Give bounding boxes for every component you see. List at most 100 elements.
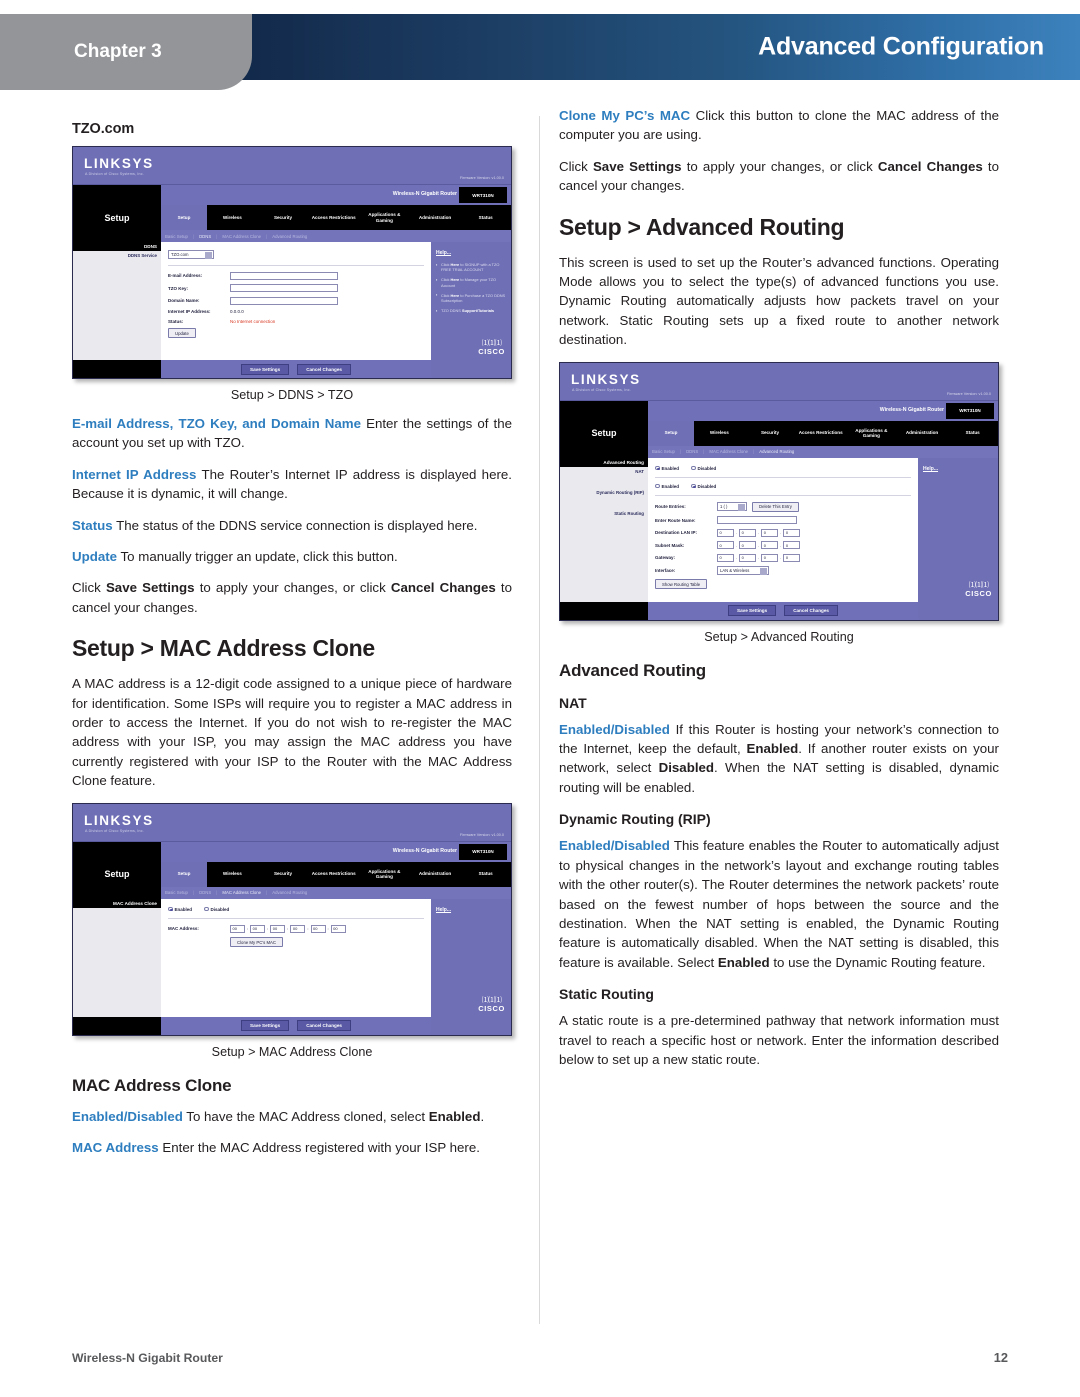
subnav-advanced-routing[interactable]: Advanced Routing bbox=[272, 234, 307, 239]
cisco-logo: ⑴⑴⑴ CISCO bbox=[478, 997, 505, 1013]
figure-caption-mac-clone: Setup > MAC Address Clone bbox=[211, 1044, 373, 1059]
mac-octet-6[interactable]: 00 bbox=[330, 924, 346, 933]
save-settings-button[interactable]: Save Settings bbox=[241, 363, 290, 375]
subnav-ddns[interactable]: DDNS bbox=[686, 449, 698, 454]
subnav-basic-setup[interactable]: Basic Setup bbox=[165, 234, 188, 239]
router-subnav-row: Basic Setup | DDNS | MAC Address Clone |… bbox=[73, 886, 511, 899]
paragraph-rip: Enabled/Disabled This feature enables th… bbox=[559, 836, 999, 972]
tab-applications-gaming[interactable]: Applications & Gaming bbox=[359, 205, 410, 230]
tab-status[interactable]: Status bbox=[947, 421, 998, 446]
help-item[interactable]: TZO DDNS Support/Tutorials bbox=[436, 308, 506, 314]
mac-octet-2[interactable]: 00 bbox=[250, 924, 266, 933]
router-subnav: Basic Setup | DDNS | MAC Address Clone |… bbox=[648, 445, 998, 458]
dest-octet-4[interactable]: 0 bbox=[783, 528, 801, 537]
router-brandbar: LINKSYS A Division of Cisco Systems, Inc… bbox=[73, 147, 511, 185]
tab-administration[interactable]: Administration bbox=[410, 205, 461, 230]
radio-enabled[interactable]: Enabled bbox=[168, 907, 192, 912]
sidebar-label-static-routing: Static Routing bbox=[614, 510, 644, 516]
subnet-octet-1[interactable]: 0 bbox=[717, 541, 734, 550]
subnav-ddns[interactable]: DDNS bbox=[199, 234, 211, 239]
tab-setup[interactable]: Setup bbox=[161, 205, 207, 230]
save-settings-button[interactable]: Save Settings bbox=[241, 1020, 290, 1032]
select-interface[interactable]: LAN & Wireless bbox=[717, 566, 769, 575]
input-email-address[interactable] bbox=[230, 271, 338, 280]
tab-security[interactable]: Security bbox=[745, 421, 796, 446]
help-item[interactable]: Click Here to SIGNUP with a TZO FREE TRI… bbox=[436, 261, 506, 272]
mac-octet-5[interactable]: 00 bbox=[310, 924, 326, 933]
tab-setup[interactable]: Setup bbox=[648, 420, 694, 446]
mac-octet-4[interactable]: 00 bbox=[290, 924, 306, 933]
subnav-basic-setup[interactable]: Basic Setup bbox=[652, 449, 675, 454]
field-row-email: E-mail Address: bbox=[168, 271, 424, 280]
radio-nat-enabled[interactable]: Enabled bbox=[655, 466, 679, 471]
tab-access-restrictions[interactable]: Access Restrictions bbox=[308, 862, 359, 887]
clone-my-pcs-mac-button[interactable]: Clone My PC's MAC bbox=[230, 937, 284, 948]
subnet-octet-2[interactable]: 0 bbox=[739, 541, 757, 550]
tab-status[interactable]: Status bbox=[460, 862, 511, 887]
cancel-changes-button[interactable]: Cancel Changes bbox=[297, 1020, 351, 1032]
subnav-advanced-routing[interactable]: Advanced Routing bbox=[272, 890, 307, 895]
subnav-advanced-routing[interactable]: Advanced Routing bbox=[759, 449, 794, 454]
mac-octet-3[interactable]: 00 bbox=[270, 924, 286, 933]
tab-status[interactable]: Status bbox=[460, 205, 511, 230]
cancel-changes-button[interactable]: Cancel Changes bbox=[784, 605, 838, 617]
tab-security[interactable]: Security bbox=[258, 205, 309, 230]
subnav-ddns[interactable]: DDNS bbox=[199, 890, 211, 895]
cancel-changes-button[interactable]: Cancel Changes bbox=[297, 363, 351, 375]
radio-rip-enabled[interactable]: Enabled bbox=[655, 484, 679, 489]
update-button[interactable]: Update bbox=[168, 328, 196, 338]
router-subnav: Basic Setup | DDNS | MAC Address Clone |… bbox=[161, 230, 511, 242]
dest-octet-1[interactable]: 0 bbox=[717, 528, 734, 537]
radio-dot-icon bbox=[655, 465, 660, 471]
select-route-entries[interactable]: 1 ( ) bbox=[717, 502, 747, 511]
text-status: The status of the DDNS service connectio… bbox=[112, 517, 478, 533]
mac-octet-1[interactable]: 00 bbox=[230, 924, 245, 933]
label-domain-name: Domain Name: bbox=[168, 298, 200, 303]
tab-access-restrictions[interactable]: Access Restrictions bbox=[795, 421, 846, 446]
input-tzo-key[interactable] bbox=[230, 284, 338, 292]
help-item[interactable]: Click Here to Purchase a TZO DDNS Subscr… bbox=[436, 292, 506, 303]
label-subnet-mask: Subnet Mask: bbox=[655, 542, 685, 548]
router-tabs: Setup Wireless Security Access Restricti… bbox=[161, 861, 511, 887]
tab-security[interactable]: Security bbox=[258, 862, 309, 887]
input-domain-name[interactable] bbox=[230, 296, 338, 305]
paragraph-save-settings-left: Click Save Settings to apply your change… bbox=[72, 578, 512, 617]
subnet-octet-4[interactable]: 0 bbox=[783, 541, 801, 550]
show-routing-table-button[interactable]: Show Routing Table bbox=[655, 579, 708, 590]
subnav-mac-address-clone[interactable]: MAC Address Clone bbox=[222, 890, 261, 895]
tab-administration[interactable]: Administration bbox=[897, 421, 948, 446]
gateway-octet-4[interactable]: 0 bbox=[783, 553, 801, 562]
radio-disabled[interactable]: Disabled bbox=[204, 907, 229, 912]
ddns-service-select[interactable]: TZO.com bbox=[168, 250, 214, 259]
subnet-octet-3[interactable]: 0 bbox=[761, 541, 779, 550]
dest-octet-2[interactable]: 0 bbox=[739, 528, 757, 537]
router-tabs: Setup Wireless Security Access Restricti… bbox=[648, 420, 998, 446]
gateway-octet-1[interactable]: 0 bbox=[717, 553, 734, 562]
tab-applications-gaming[interactable]: Applications & Gaming bbox=[359, 862, 410, 887]
input-route-name[interactable] bbox=[717, 516, 797, 525]
label-destination-lan-ip: Destination LAN IP: bbox=[655, 530, 698, 536]
help-item-link[interactable]: Support/Tutorials bbox=[462, 308, 494, 313]
tab-access-restrictions[interactable]: Access Restrictions bbox=[308, 205, 359, 230]
dest-octet-3[interactable]: 0 bbox=[761, 528, 779, 537]
gateway-octet-3[interactable]: 0 bbox=[761, 553, 779, 562]
router-subnav-row: Basic Setup | DDNS | MAC Address Clone |… bbox=[560, 445, 998, 458]
radio-nat-disabled[interactable]: Disabled bbox=[691, 466, 716, 471]
tab-wireless[interactable]: Wireless bbox=[694, 421, 745, 446]
router-top-right: Wireless-N Gigabit Router WRT310N bbox=[161, 841, 511, 862]
help-item[interactable]: Click Here to Manage your TZO Account bbox=[436, 277, 506, 288]
tab-setup[interactable]: Setup bbox=[161, 861, 207, 887]
subnav-basic-setup[interactable]: Basic Setup bbox=[165, 890, 188, 895]
subnav-separator: | bbox=[216, 233, 218, 239]
radio-rip-disabled[interactable]: Disabled bbox=[691, 484, 716, 489]
tab-wireless[interactable]: Wireless bbox=[207, 205, 258, 230]
tzo-heading: TZO.com bbox=[72, 121, 135, 137]
gateway-octet-2[interactable]: 0 bbox=[739, 553, 757, 562]
subnav-mac-address-clone[interactable]: MAC Address Clone bbox=[222, 234, 261, 239]
subnav-mac-address-clone[interactable]: MAC Address Clone bbox=[709, 449, 748, 454]
tab-applications-gaming[interactable]: Applications & Gaming bbox=[846, 421, 897, 446]
tab-wireless[interactable]: Wireless bbox=[207, 862, 258, 887]
delete-this-entry-button[interactable]: Delete This Entry bbox=[752, 501, 799, 512]
tab-administration[interactable]: Administration bbox=[410, 862, 461, 887]
save-settings-button[interactable]: Save Settings bbox=[728, 605, 777, 617]
